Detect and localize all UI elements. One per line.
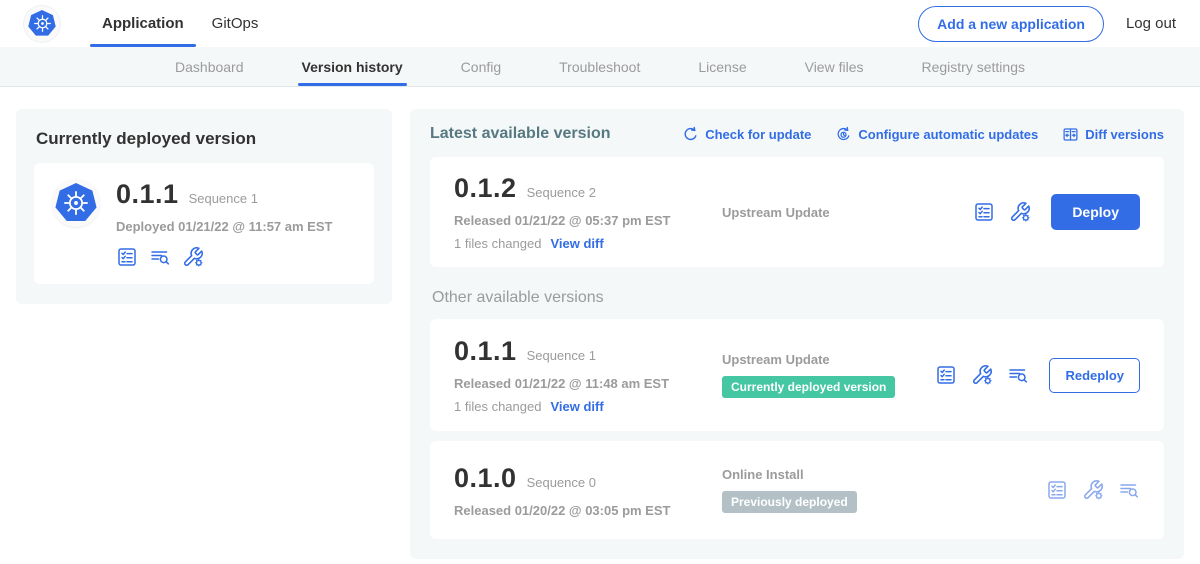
tab-gitops[interactable]: GitOps <box>198 0 273 47</box>
topbar-right: Add a new application Log out <box>918 6 1176 42</box>
other-versions-title: Other available versions <box>432 289 1164 307</box>
config-wrench-icon[interactable] <box>1082 479 1104 501</box>
kubernetes-helm-icon <box>28 10 56 37</box>
subnav-label: Config <box>461 59 501 75</box>
subnav-tab-troubleshoot[interactable]: Troubleshoot <box>559 47 640 86</box>
refresh-icon <box>682 126 699 143</box>
previously-deployed-badge: Previously deployed <box>722 491 857 513</box>
version-info: 0.1.2 Sequence 2 Released 01/21/22 @ 05:… <box>454 173 722 251</box>
view-diff-link[interactable]: View diff <box>550 236 603 251</box>
diff-versions-link[interactable]: Diff versions <box>1062 126 1164 143</box>
diff-log-icon[interactable] <box>1118 479 1140 501</box>
kubernetes-helm-icon <box>55 183 97 223</box>
diff-versions-label: Diff versions <box>1085 127 1164 142</box>
configure-automatic-updates-link[interactable]: Configure automatic updates <box>835 126 1038 143</box>
check-for-update-link[interactable]: Check for update <box>682 126 811 143</box>
app-subnav: Dashboard Version history Config Trouble… <box>0 47 1200 87</box>
available-versions-panel: Latest available version Check for updat… <box>410 109 1184 559</box>
subnav-label: Troubleshoot <box>559 59 640 75</box>
subnav-label: Dashboard <box>175 59 244 75</box>
deployed-version-number: 0.1.1 <box>116 179 179 210</box>
redeploy-button[interactable]: Redeploy <box>1049 358 1140 393</box>
diff-versions-icon <box>1062 126 1079 143</box>
version-sequence: Sequence 0 <box>527 475 596 490</box>
latest-available-title: Latest available version <box>430 125 611 143</box>
deployed-action-icons <box>116 246 332 268</box>
logout-button[interactable]: Log out <box>1126 15 1176 32</box>
check-for-update-label: Check for update <box>705 127 811 142</box>
schedule-refresh-icon <box>835 126 852 143</box>
view-diff-link[interactable]: View diff <box>550 399 603 414</box>
released-timestamp: Released 01/21/22 @ 11:48 am EST <box>454 376 722 391</box>
currently-deployed-panel: Currently deployed version 0.1.1 Sequenc… <box>16 109 392 304</box>
version-source: Online Install Previously deployed <box>722 467 1046 513</box>
subnav-tab-license[interactable]: License <box>698 47 746 86</box>
version-card-0-1-0: 0.1.0 Sequence 0 Released 01/20/22 @ 03:… <box>430 441 1164 539</box>
version-card-0-1-2: 0.1.2 Sequence 2 Released 01/21/22 @ 05:… <box>430 157 1164 267</box>
diff-log-icon[interactable] <box>149 246 171 268</box>
checklist-icon[interactable] <box>116 246 138 268</box>
version-info: 0.1.0 Sequence 0 Released 01/20/22 @ 03:… <box>454 463 722 518</box>
version-actions: Redeploy <box>935 358 1140 393</box>
diff-log-icon[interactable] <box>1007 364 1029 386</box>
version-card-0-1-1: 0.1.1 Sequence 1 Released 01/21/22 @ 11:… <box>430 319 1164 431</box>
checklist-icon[interactable] <box>973 201 995 223</box>
subnav-label: Version history <box>302 59 403 75</box>
currently-deployed-badge: Currently deployed version <box>722 376 895 398</box>
files-changed-label: 1 files changed <box>454 399 541 414</box>
subnav-tab-config[interactable]: Config <box>461 47 501 86</box>
deploy-button[interactable]: Deploy <box>1051 194 1140 230</box>
version-number: 0.1.2 <box>454 173 517 204</box>
released-timestamp: Released 01/21/22 @ 05:37 pm EST <box>454 213 722 228</box>
subnav-label: License <box>698 59 746 75</box>
version-source: Upstream Update <box>722 205 973 220</box>
source-label: Upstream Update <box>722 205 830 220</box>
version-sequence: Sequence 2 <box>527 185 596 200</box>
source-label: Online Install <box>722 467 804 482</box>
subnav-tab-view-files[interactable]: View files <box>805 47 864 86</box>
version-number: 0.1.0 <box>454 463 517 494</box>
version-source: Upstream Update Currently deployed versi… <box>722 352 935 398</box>
add-application-button[interactable]: Add a new application <box>918 6 1104 42</box>
subnav-label: Registry settings <box>922 59 1025 75</box>
checklist-icon[interactable] <box>935 364 957 386</box>
subnav-label: View files <box>805 59 864 75</box>
deployed-panel-title: Currently deployed version <box>34 127 374 149</box>
available-panel-header: Latest available version Check for updat… <box>430 125 1164 143</box>
subnav-tab-registry-settings[interactable]: Registry settings <box>922 47 1025 86</box>
deployed-version-info: 0.1.1 Sequence 1 Deployed 01/21/22 @ 11:… <box>116 179 332 268</box>
top-tabs: Application GitOps <box>88 0 272 47</box>
files-changed-label: 1 files changed <box>454 236 541 251</box>
kubernetes-logo <box>24 6 60 42</box>
version-actions: Deploy <box>973 194 1140 230</box>
app-logo <box>52 179 100 227</box>
header-actions: Check for update Configure automatic upd… <box>682 126 1164 143</box>
tab-application[interactable]: Application <box>88 0 198 47</box>
version-actions <box>1046 479 1140 501</box>
checklist-icon[interactable] <box>1046 479 1068 501</box>
tab-application-label: Application <box>102 15 184 32</box>
configure-updates-label: Configure automatic updates <box>858 127 1038 142</box>
version-number: 0.1.1 <box>454 336 517 367</box>
config-wrench-icon[interactable] <box>971 364 993 386</box>
main-content: Currently deployed version 0.1.1 Sequenc… <box>0 87 1200 564</box>
source-label: Upstream Update <box>722 352 830 367</box>
topbar: Application GitOps Add a new application… <box>0 0 1200 47</box>
config-wrench-icon[interactable] <box>182 246 204 268</box>
tab-gitops-label: GitOps <box>212 15 259 32</box>
config-wrench-icon[interactable] <box>1009 201 1031 223</box>
deployed-timestamp: Deployed 01/21/22 @ 11:57 am EST <box>116 219 332 234</box>
deployed-version-card: 0.1.1 Sequence 1 Deployed 01/21/22 @ 11:… <box>34 163 374 284</box>
deployed-sequence: Sequence 1 <box>189 191 258 206</box>
released-timestamp: Released 01/20/22 @ 03:05 pm EST <box>454 503 722 518</box>
version-sequence: Sequence 1 <box>527 348 596 363</box>
subnav-tab-dashboard[interactable]: Dashboard <box>175 47 244 86</box>
subnav-tab-version-history[interactable]: Version history <box>302 47 403 86</box>
version-info: 0.1.1 Sequence 1 Released 01/21/22 @ 11:… <box>454 336 722 414</box>
